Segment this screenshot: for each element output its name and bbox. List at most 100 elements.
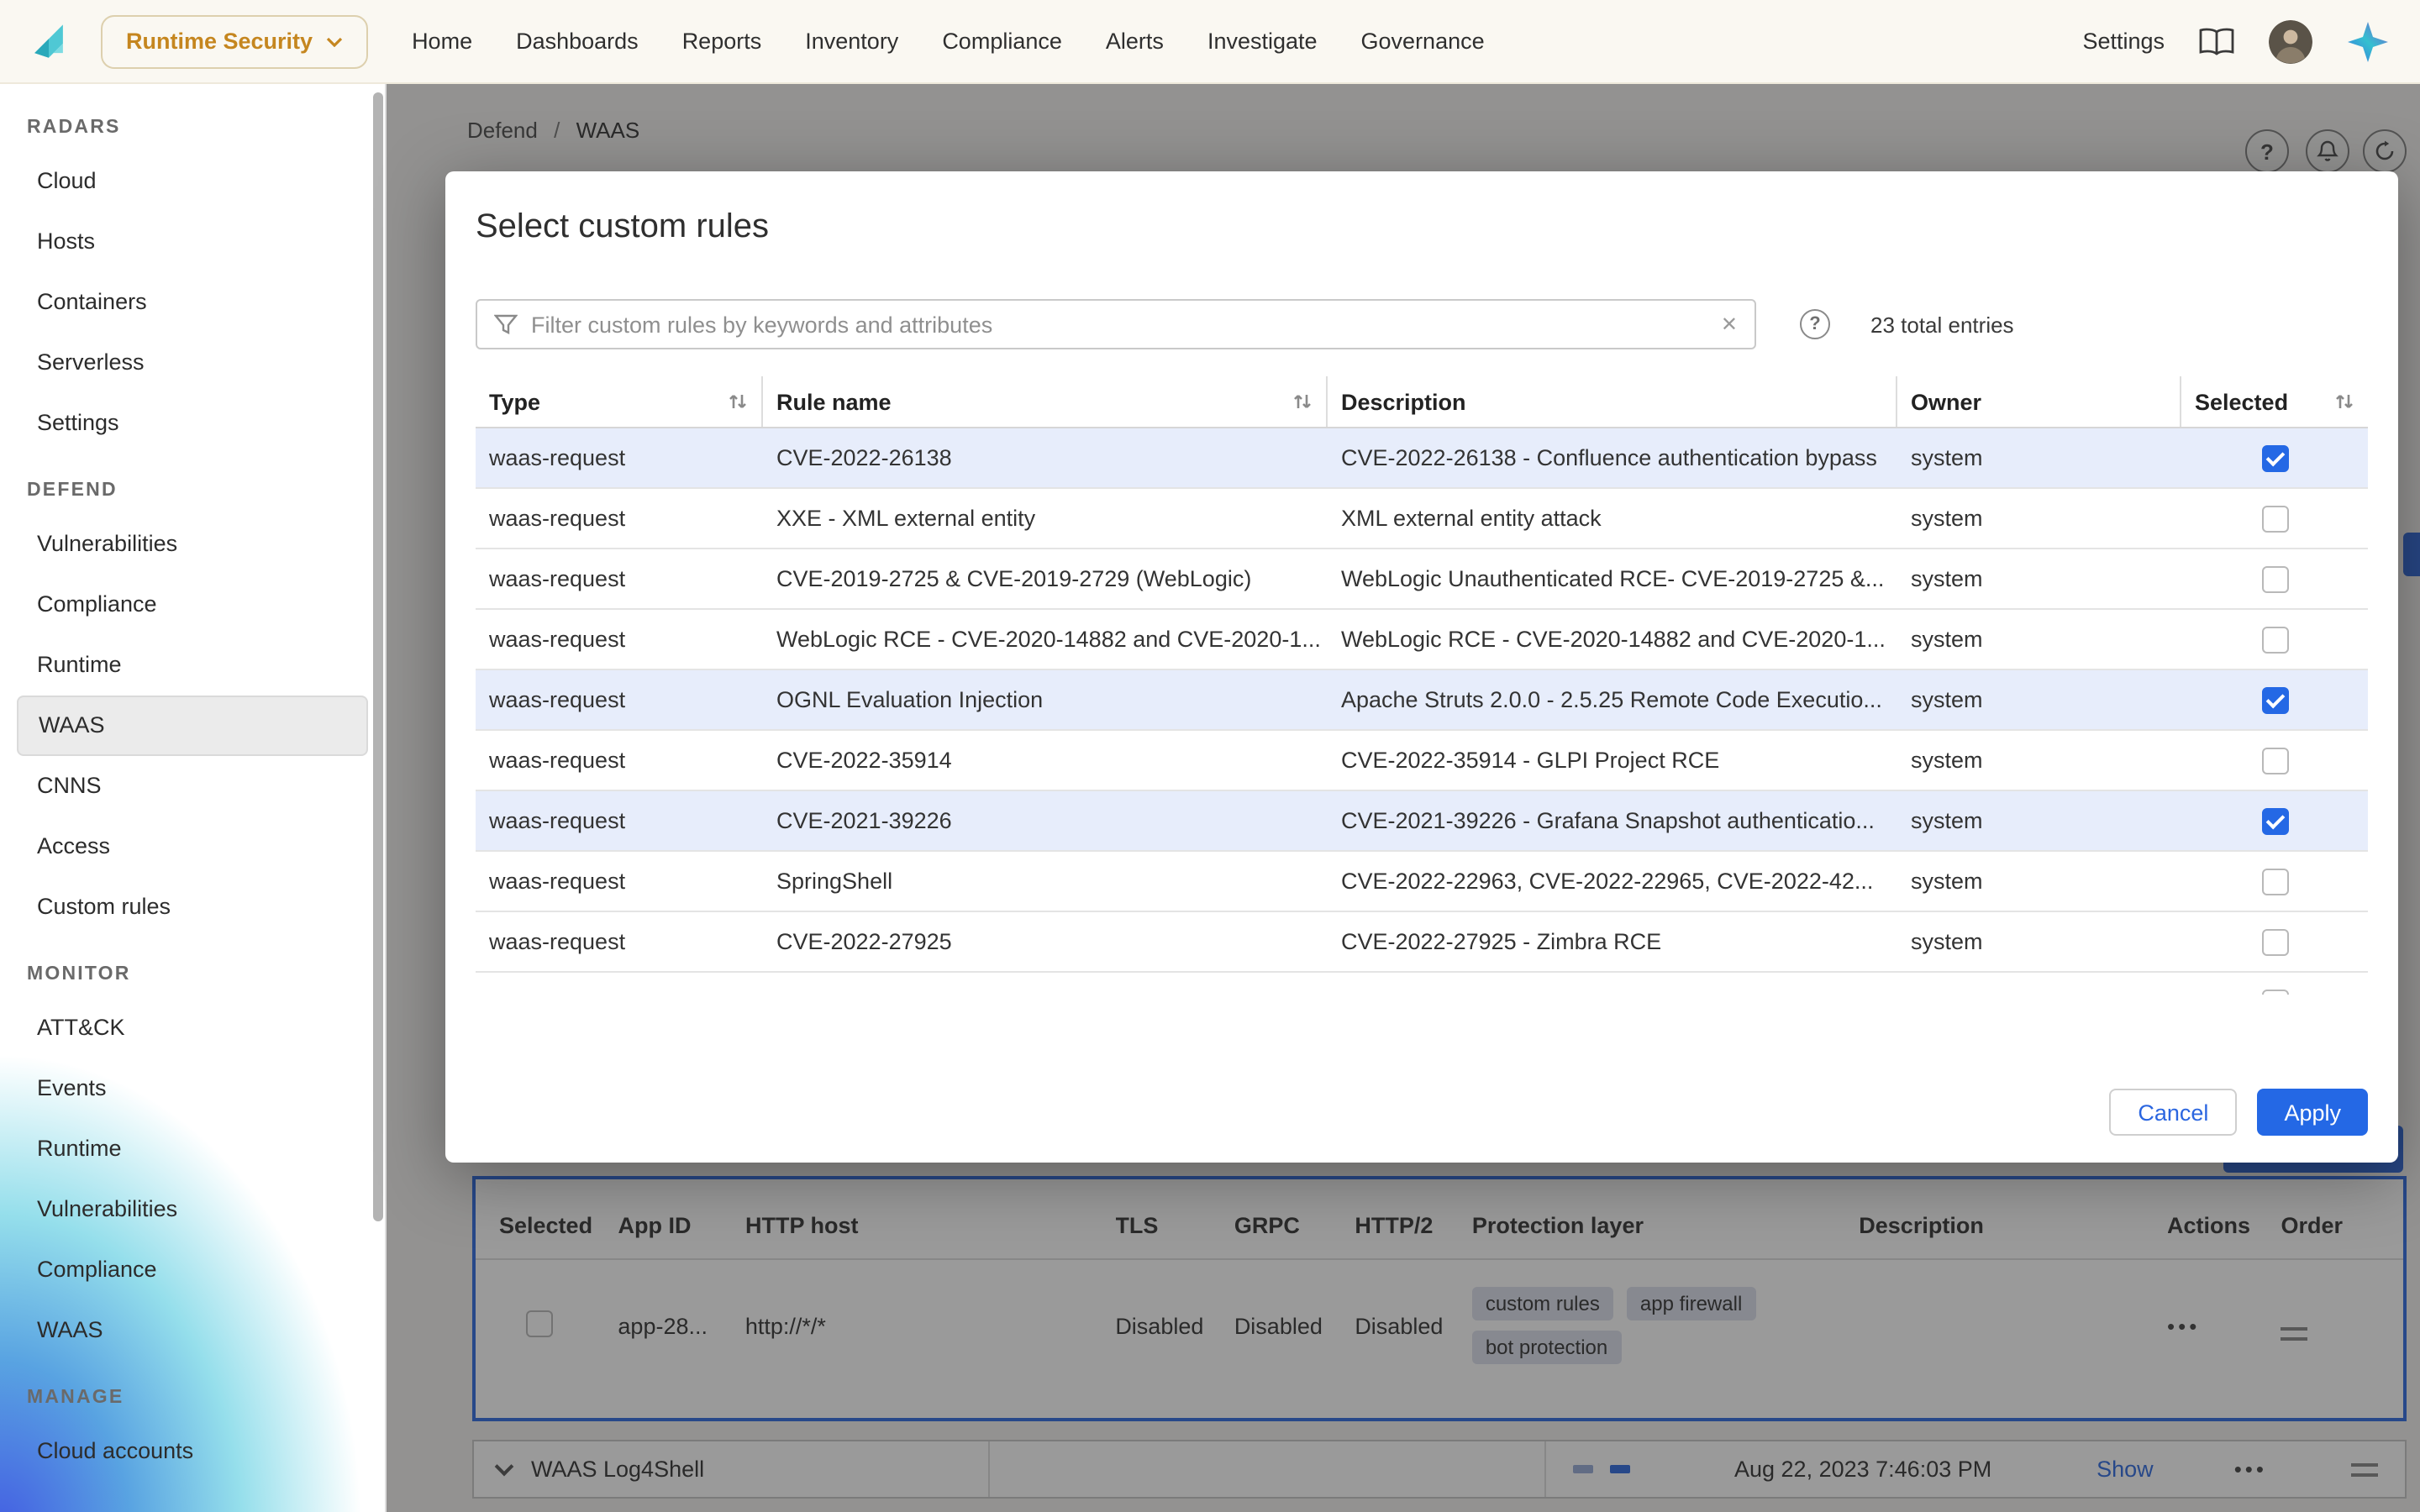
rule-owner-cell: system (1897, 687, 2181, 712)
rule-owner-cell: system (1897, 566, 2181, 591)
custom-rule-row[interactable]: waas-request WebLogic RCE - CVE-2020-1488… (476, 610, 2368, 670)
rule-type-cell: waas-request (476, 566, 763, 591)
nav-item-governance[interactable]: Governance (1361, 29, 1485, 54)
filter-input[interactable] (531, 312, 1721, 337)
rule-owner-cell: system (1897, 506, 2181, 531)
sidebar-item-defend-cnns[interactable]: CNNS (0, 756, 385, 816)
rule-description-cell: CVE-2021-39226 - Grafana Snapshot authen… (1328, 808, 1897, 833)
custom-rule-row[interactable] (476, 973, 2368, 995)
rule-description-cell: Apache Struts 2.0.0 - 2.5.25 Remote Code… (1328, 687, 1897, 712)
prisma-cloud-star-icon[interactable] (2346, 19, 2390, 63)
nav-item-settings[interactable]: Settings (2082, 29, 2165, 54)
sidebar-item-radars-settings[interactable]: Settings (0, 393, 385, 454)
sidebar: RADARSCloudHostsContainersServerlessSett… (0, 84, 387, 1512)
sidebar-item-defend-runtime[interactable]: Runtime (0, 635, 385, 696)
rule-selected-checkbox[interactable] (2261, 807, 2288, 834)
rule-owner-cell: system (1897, 869, 2181, 894)
rule-selected-cell (2181, 989, 2368, 995)
select-custom-rules-modal: Select custom rules ✕ ? 23 total entries… (445, 171, 2398, 1163)
nav-item-home[interactable]: Home (412, 29, 472, 54)
nav-item-dashboards[interactable]: Dashboards (516, 29, 639, 54)
custom-rule-row[interactable]: waas-requestSpringShellCVE-2022-22963, C… (476, 852, 2368, 912)
custom-rule-row[interactable]: waas-requestCVE-2021-39226CVE-2021-39226… (476, 791, 2368, 852)
rule-selected-checkbox[interactable] (2261, 747, 2288, 774)
apply-button[interactable]: Apply (2257, 1089, 2368, 1136)
rules-table-body: waas-requestCVE-2022-26138CVE-2022-26138… (476, 428, 2368, 995)
nav-item-alerts[interactable]: Alerts (1106, 29, 1164, 54)
sidebar-item-monitor-compliance[interactable]: Compliance (0, 1240, 385, 1300)
sidebar-item-defend-waas[interactable]: WAAS (17, 696, 368, 756)
sidebar-section-radars: RADARS (0, 91, 385, 151)
rule-selected-checkbox[interactable] (2261, 686, 2288, 713)
custom-rule-row[interactable]: waas-requestOGNL Evaluation InjectionApa… (476, 670, 2368, 731)
sidebar-item-defend-access[interactable]: Access (0, 816, 385, 877)
rule-selected-cell (2181, 868, 2368, 895)
filter-funnel-icon (494, 312, 518, 336)
rules-col-type[interactable]: Type (476, 376, 763, 427)
top-navbar: Runtime Security Home Dashboards Reports In… (0, 0, 2420, 84)
cancel-button[interactable]: Cancel (2109, 1089, 2237, 1136)
docs-book-icon[interactable] (2198, 26, 2235, 56)
sidebar-item-defend-compliance[interactable]: Compliance (0, 575, 385, 635)
nav-item-reports[interactable]: Reports (682, 29, 762, 54)
rule-description-cell: CVE-2022-35914 - GLPI Project RCE (1328, 748, 1897, 773)
sidebar-item-monitor-vulnerabilities[interactable]: Vulnerabilities (0, 1179, 385, 1240)
filter-box: ✕ (476, 299, 1756, 349)
sidebar-item-monitor-att-ck[interactable]: ATT&CK (0, 998, 385, 1058)
rule-selected-checkbox[interactable] (2261, 928, 2288, 955)
rule-name-cell: CVE-2019-2725 & CVE-2019-2729 (WebLogic) (763, 566, 1328, 591)
sidebar-nav: RADARSCloudHostsContainersServerlessSett… (0, 84, 385, 1482)
product-switcher[interactable]: Runtime Security (101, 14, 368, 68)
custom-rule-row[interactable]: waas-requestCVE-2019-2725 & CVE-2019-272… (476, 549, 2368, 610)
user-avatar[interactable] (2269, 19, 2312, 63)
rule-selected-cell (2181, 747, 2368, 774)
rule-type-cell: waas-request (476, 627, 763, 652)
nav-item-investigate[interactable]: Investigate (1207, 29, 1318, 54)
modal-toolbar: ✕ ? 23 total entries (476, 299, 2368, 349)
rules-col-rule-name[interactable]: Rule name (763, 376, 1328, 427)
custom-rule-row[interactable]: waas-requestXXE - XML external entityXML… (476, 489, 2368, 549)
help-icon[interactable]: ? (1800, 309, 1830, 339)
rule-selected-checkbox[interactable] (2261, 505, 2288, 532)
rule-selected-cell (2181, 444, 2368, 471)
rule-type-cell: waas-request (476, 445, 763, 470)
rule-selected-checkbox[interactable] (2261, 989, 2288, 995)
sidebar-item-monitor-waas[interactable]: WAAS (0, 1300, 385, 1361)
sidebar-item-radars-containers[interactable]: Containers (0, 272, 385, 333)
sort-icon[interactable] (728, 391, 748, 412)
sidebar-item-radars-serverless[interactable]: Serverless (0, 333, 385, 393)
rule-description-cell: WebLogic RCE - CVE-2020-14882 and CVE-20… (1328, 627, 1897, 652)
rule-selected-cell (2181, 565, 2368, 592)
rule-description-cell: WebLogic Unauthenticated RCE- CVE-2019-2… (1328, 566, 1897, 591)
nav-item-inventory[interactable]: Inventory (805, 29, 898, 54)
rule-owner-cell: system (1897, 445, 2181, 470)
nav-item-compliance[interactable]: Compliance (942, 29, 1062, 54)
rule-selected-checkbox[interactable] (2261, 868, 2288, 895)
sidebar-scrollbar[interactable] (373, 92, 383, 1221)
custom-rule-row[interactable]: waas-requestCVE-2022-26138CVE-2022-26138… (476, 428, 2368, 489)
rule-name-cell: CVE-2022-26138 (763, 445, 1328, 470)
rule-selected-checkbox[interactable] (2261, 565, 2288, 592)
rules-col-selected[interactable]: Selected (2181, 376, 2368, 427)
app-root: Runtime Security Home Dashboards Reports In… (0, 0, 2420, 1512)
clear-filter-icon[interactable]: ✕ (1721, 312, 1738, 336)
sidebar-section-monitor: MONITOR (0, 937, 385, 998)
custom-rule-row[interactable]: waas-requestCVE-2022-35914CVE-2022-35914… (476, 731, 2368, 791)
sidebar-item-monitor-runtime[interactable]: Runtime (0, 1119, 385, 1179)
sidebar-item-defend-vulnerabilities[interactable]: Vulnerabilities (0, 514, 385, 575)
rule-selected-checkbox[interactable] (2261, 626, 2288, 653)
sidebar-item-monitor-events[interactable]: Events (0, 1058, 385, 1119)
sort-icon[interactable] (2334, 391, 2354, 412)
chevron-down-icon (326, 36, 343, 46)
rule-name-cell: OGNL Evaluation Injection (763, 687, 1328, 712)
rule-owner-cell: system (1897, 929, 2181, 954)
sidebar-item-radars-hosts[interactable]: Hosts (0, 212, 385, 272)
sidebar-item-radars-cloud[interactable]: Cloud (0, 151, 385, 212)
sidebar-item-defend-custom-rules[interactable]: Custom rules (0, 877, 385, 937)
sidebar-item-manage-cloud-accounts[interactable]: Cloud accounts (0, 1421, 385, 1482)
brand-logo-icon[interactable] (24, 16, 74, 66)
rule-type-cell: waas-request (476, 808, 763, 833)
rule-selected-checkbox[interactable] (2261, 444, 2288, 471)
sort-icon[interactable] (1292, 391, 1313, 412)
custom-rule-row[interactable]: waas-requestCVE-2022-27925CVE-2022-27925… (476, 912, 2368, 973)
